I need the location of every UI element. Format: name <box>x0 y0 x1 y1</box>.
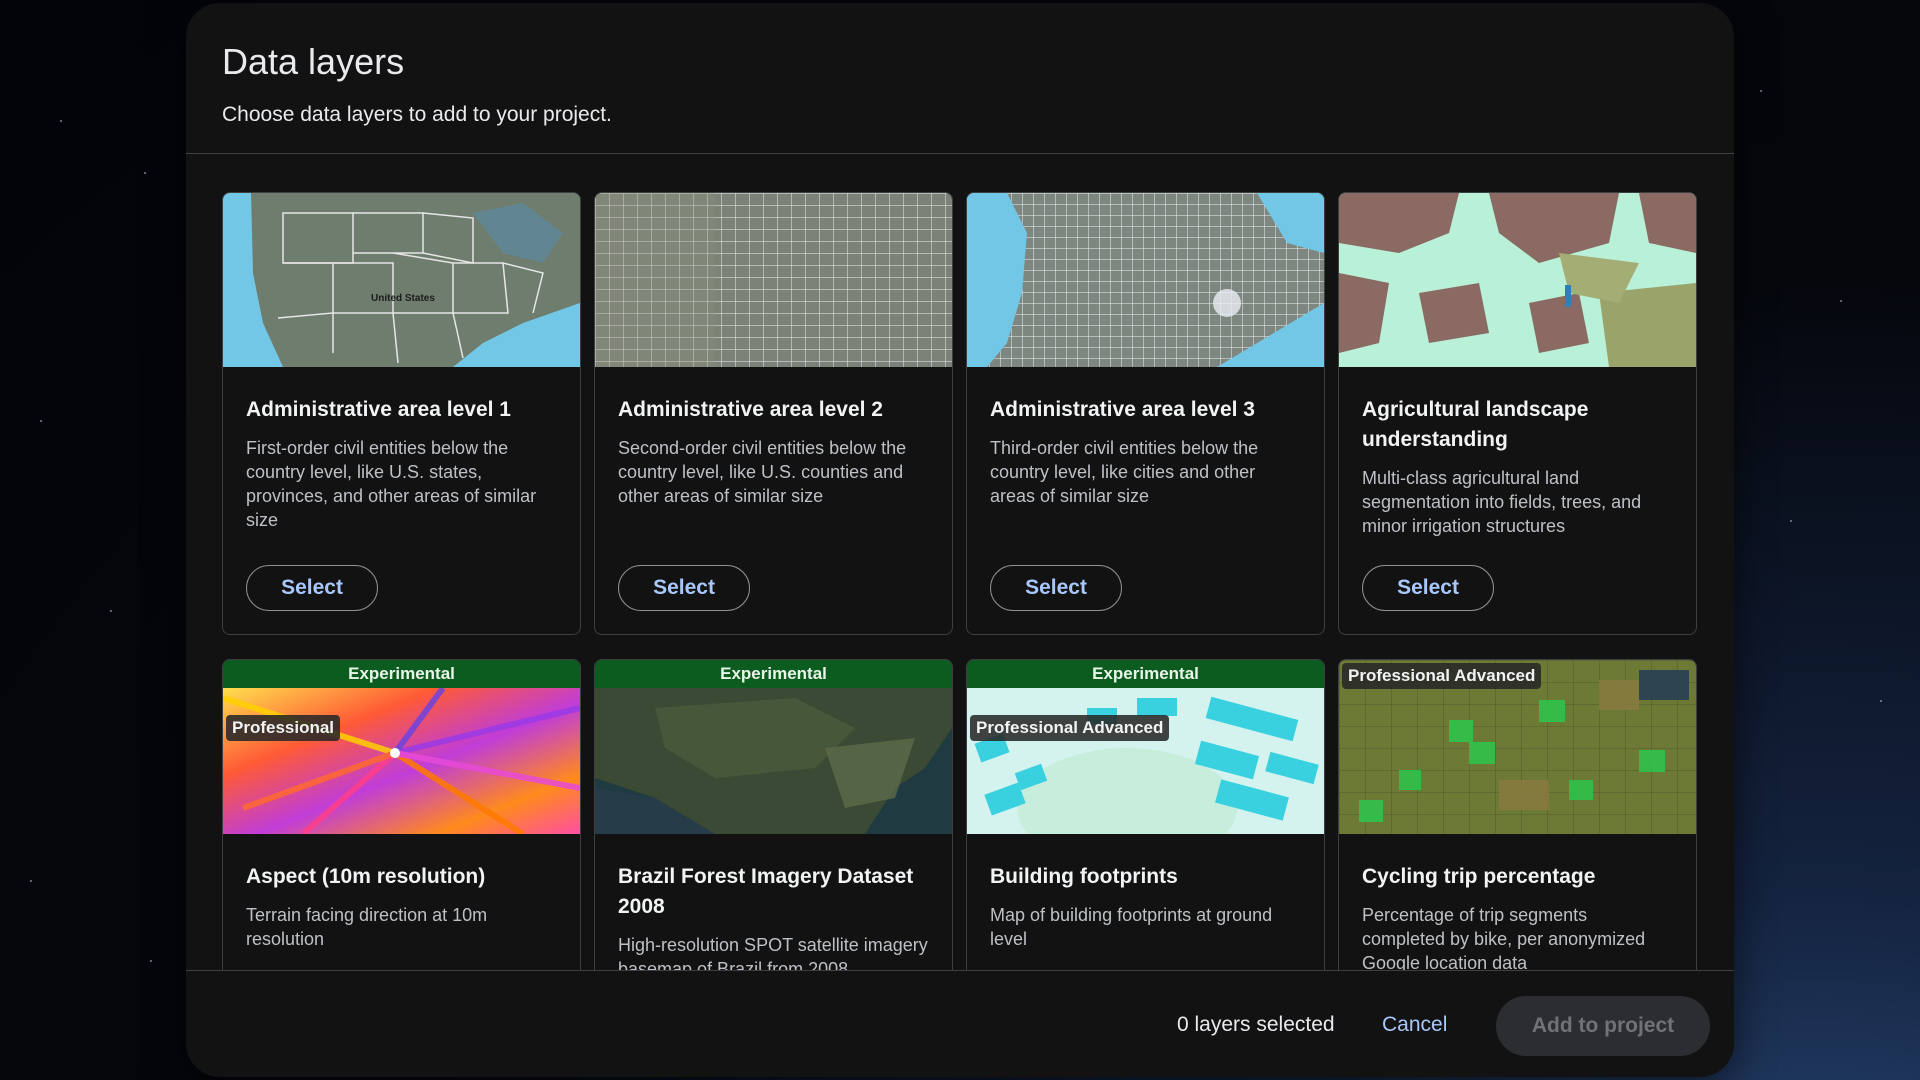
thumbnail-admin-level-1: United States <box>223 193 580 367</box>
layer-card-agricultural-landscape[interactable]: Agricultural landscape understanding Mul… <box>1338 192 1697 635</box>
thumbnail-brazil-forest <box>595 688 952 834</box>
thumbnail-admin-level-2 <box>595 193 952 367</box>
card-description: First-order civil entities below the cou… <box>246 438 537 530</box>
dialog-title: Data layers <box>222 41 405 82</box>
card-title: Brazil Forest Imagery Dataset 2008 <box>618 865 914 918</box>
add-to-project-button[interactable]: Add to project <box>1496 996 1710 1056</box>
card-description: Terrain facing direction at 10m resoluti… <box>246 905 488 949</box>
layer-card-cycling-trip[interactable]: Professional Advanced Cycling trip perce… <box>1338 659 1697 970</box>
tier-badge: Professional Advanced <box>1342 663 1542 689</box>
dialog-subtitle: Choose data layers to add to your projec… <box>222 103 612 126</box>
card-description: Third-order civil entities below the cou… <box>990 438 1259 506</box>
card-description: Map of building footprints at ground lev… <box>990 905 1273 949</box>
card-title: Cycling trip percentage <box>1362 865 1596 888</box>
card-title: Agricultural landscape understanding <box>1362 398 1589 451</box>
card-description: High-resolution SPOT satellite imagery b… <box>618 935 928 970</box>
cancel-button[interactable]: Cancel <box>1376 1005 1453 1045</box>
select-button-admin-level-2[interactable]: Select <box>618 565 750 611</box>
thumbnail-agricultural-landscape <box>1339 193 1696 367</box>
card-description: Percentage of trip segments completed by… <box>1362 905 1646 970</box>
experimental-banner: Experimental <box>223 660 580 688</box>
layer-card-brazil-forest[interactable]: Experimental Brazil Forest Imagery Datas… <box>594 659 953 970</box>
layer-card-admin-level-3[interactable]: Administrative area level 3 Third-order … <box>966 192 1325 635</box>
layer-card-admin-level-2[interactable]: Administrative area level 2 Second-order… <box>594 192 953 635</box>
card-title: Administrative area level 3 <box>990 398 1255 421</box>
layer-card-building-footprints[interactable]: Experimental Professional Advanced Build… <box>966 659 1325 970</box>
data-layers-dialog: Data layers Choose data layers to add to… <box>186 3 1734 1077</box>
card-title: Administrative area level 2 <box>618 398 883 421</box>
layer-card-admin-level-1[interactable]: United States Administrative area level … <box>222 192 581 635</box>
select-button-admin-level-1[interactable]: Select <box>246 565 378 611</box>
card-description: Second-order civil entities below the co… <box>618 438 907 506</box>
card-title: Administrative area level 1 <box>246 398 511 421</box>
layer-card-grid[interactable]: United States Administrative area level … <box>186 154 1734 970</box>
tier-badge: Professional Advanced <box>970 715 1170 741</box>
select-button-admin-level-3[interactable]: Select <box>990 565 1122 611</box>
thumbnail-building-footprints: Professional Advanced <box>967 688 1324 834</box>
thumbnail-admin-level-3 <box>967 193 1324 367</box>
thumbnail-aspect: Professional <box>223 688 580 834</box>
map-label-united-states: United States <box>371 293 435 304</box>
card-description: Multi-class agricultural land segmentati… <box>1362 468 1642 536</box>
thumbnail-cycling-trip: Professional Advanced <box>1339 660 1696 834</box>
card-title: Aspect (10m resolution) <box>246 865 486 888</box>
card-title: Building footprints <box>990 865 1178 888</box>
selected-count: 0 layers selected <box>1177 1013 1335 1036</box>
experimental-banner: Experimental <box>967 660 1324 688</box>
experimental-banner: Experimental <box>595 660 952 688</box>
layer-card-aspect[interactable]: Experimental Professional Aspect (10m re… <box>222 659 581 970</box>
dialog-header: Data layers Choose data layers to add to… <box>186 3 1734 154</box>
tier-badge: Professional <box>226 715 341 741</box>
dialog-footer: 0 layers selected Cancel Add to project <box>186 970 1734 1077</box>
select-button-agricultural-landscape[interactable]: Select <box>1362 565 1494 611</box>
